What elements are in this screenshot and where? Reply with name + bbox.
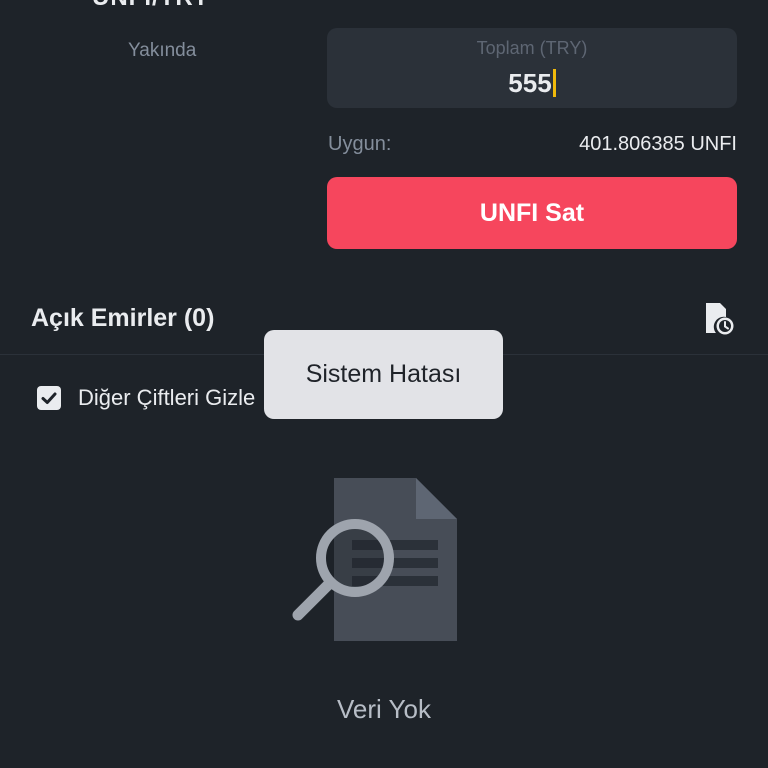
checkmark-icon	[41, 392, 57, 404]
open-orders-title: Açık Emirler (0)	[31, 304, 215, 332]
error-toast-message: Sistem Hatası	[305, 360, 462, 388]
hide-other-pairs-checkbox[interactable]	[37, 386, 61, 410]
document-search-icon	[290, 478, 460, 643]
coming-soon-label: Yakında	[128, 40, 197, 61]
text-cursor	[552, 69, 556, 97]
error-toast: Sistem Hatası	[264, 330, 503, 419]
total-input[interactable]: Toplam (TRY) 555	[327, 28, 737, 108]
hide-other-pairs-label[interactable]: Diğer Çiftleri Gizle	[78, 385, 255, 411]
sell-button[interactable]: UNFI Sat	[327, 177, 737, 249]
total-input-label: Toplam (TRY)	[476, 38, 588, 58]
pair-title: UNFI/TRY	[92, 0, 210, 12]
total-input-value: 555	[508, 68, 552, 98]
total-input-value-row: 555	[327, 68, 737, 99]
order-history-icon[interactable]	[703, 302, 735, 336]
empty-state-text: Veri Yok	[337, 694, 431, 724]
trading-screen: UNFI/TRY Yakında Toplam (TRY) 555 Uygun:…	[0, 0, 768, 768]
available-balance-value: 401.806385 UNFI	[579, 133, 737, 155]
available-balance-label: Uygun:	[328, 133, 392, 155]
